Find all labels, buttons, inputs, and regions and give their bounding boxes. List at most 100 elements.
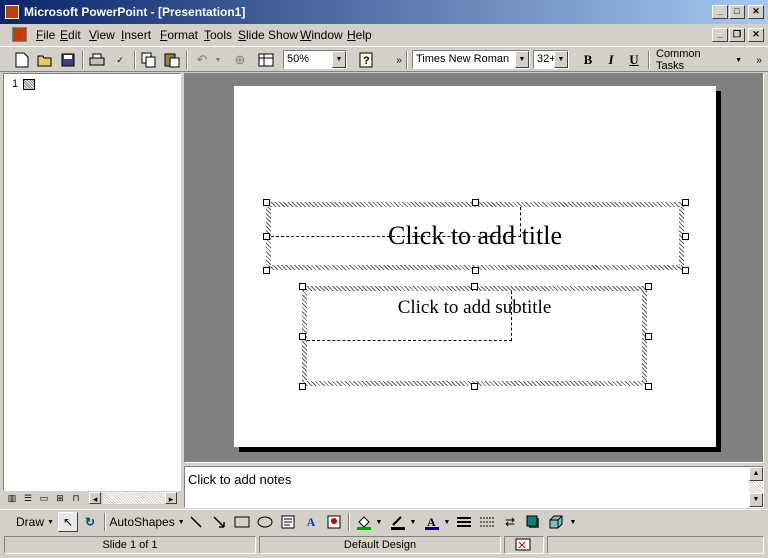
outline-view-icon[interactable]: ☰ [22, 492, 34, 504]
powerpoint-app-icon[interactable] [5, 5, 19, 19]
wordart-icon[interactable]: A [301, 512, 321, 532]
title-bar[interactable]: Microsoft PowerPoint - [Presentation1] _… [0, 0, 768, 24]
chevron-down-icon[interactable]: ▼ [374, 512, 384, 532]
resize-handle[interactable] [263, 199, 270, 206]
help-icon[interactable]: ? [356, 50, 376, 70]
scroll-left-icon[interactable]: ◂ [89, 492, 101, 504]
free-rotate-icon[interactable]: ↻ [80, 512, 100, 532]
menu-insert[interactable]: Insert [121, 28, 151, 42]
tables-icon[interactable] [256, 50, 276, 70]
menu-window[interactable]: Window [300, 28, 343, 42]
notes-pane[interactable]: Click to add notes ▲ ▼ [184, 466, 764, 508]
rectangle-icon[interactable] [232, 512, 252, 532]
menu-help[interactable]: Help [347, 28, 372, 42]
menu-tools[interactable]: Tools [204, 28, 232, 42]
resize-handle[interactable] [472, 199, 479, 206]
line-icon[interactable] [186, 512, 206, 532]
save-icon[interactable] [58, 50, 78, 70]
hyperlink-icon[interactable]: ⊕ [230, 50, 250, 70]
slide-show-icon[interactable]: ⊓ [70, 492, 82, 504]
scroll-down-icon[interactable]: ▼ [749, 493, 763, 507]
line-style-icon[interactable] [454, 512, 474, 532]
title-placeholder[interactable]: Click to add title [263, 199, 689, 274]
arrow-icon[interactable] [209, 512, 229, 532]
resize-handle[interactable] [299, 383, 306, 390]
underline-button[interactable]: U [624, 50, 644, 70]
resize-handle[interactable] [682, 233, 689, 240]
resize-handle[interactable] [299, 333, 306, 340]
line-color-icon[interactable] [388, 512, 408, 532]
arrow-style-icon[interactable]: ⇄ [500, 512, 520, 532]
slide-icon[interactable] [23, 79, 35, 90]
fill-color-icon[interactable] [354, 512, 374, 532]
resize-handle[interactable] [471, 283, 478, 290]
slide-canvas[interactable]: Click to add title Click to add subtitle [234, 86, 716, 447]
horizontal-scrollbar[interactable] [103, 492, 165, 504]
menu-slide-show[interactable]: Slide Show [238, 28, 298, 42]
menu-file[interactable]: File [36, 28, 55, 42]
doc-restore-button[interactable]: ❐ [729, 28, 745, 42]
font-size-combo[interactable]: 32+ ▼ [533, 50, 569, 69]
more-buttons-icon[interactable]: » [749, 50, 768, 70]
menu-format[interactable]: Format [160, 28, 198, 42]
dash-style-icon[interactable] [477, 512, 497, 532]
close-button[interactable]: ✕ [748, 5, 764, 19]
new-icon[interactable] [12, 50, 32, 70]
scroll-up-icon[interactable]: ▲ [749, 467, 763, 481]
resize-handle[interactable] [645, 383, 652, 390]
3d-icon[interactable] [546, 512, 566, 532]
shadow-icon[interactable] [523, 512, 543, 532]
text-box-icon[interactable] [278, 512, 298, 532]
resize-handle[interactable] [645, 283, 652, 290]
chevron-down-icon[interactable]: ▼ [515, 51, 529, 68]
open-icon[interactable] [35, 50, 55, 70]
resize-handle[interactable] [471, 383, 478, 390]
chevron-down-icon[interactable]: ▼ [408, 512, 418, 532]
doc-close-button[interactable]: ✕ [748, 28, 764, 42]
resize-handle[interactable] [263, 267, 270, 274]
chevron-down-icon[interactable]: ▼ [332, 51, 346, 68]
outline-pane[interactable]: 1 [3, 73, 181, 491]
status-design: Default Design [259, 536, 501, 554]
resize-handle[interactable] [472, 267, 479, 274]
slide-number: 1 [12, 78, 19, 90]
spelling-status-icon[interactable] [504, 536, 544, 554]
resize-handle[interactable] [299, 283, 306, 290]
normal-view-icon[interactable]: ▥ [6, 492, 18, 504]
menu-view[interactable]: View [89, 28, 115, 42]
font-color-icon[interactable]: A [422, 512, 442, 532]
window-title: Microsoft PowerPoint - [Presentation1] [24, 5, 246, 19]
resize-handle[interactable] [682, 267, 689, 274]
chevron-down-icon[interactable]: ▼ [568, 512, 578, 532]
doc-minimize-button[interactable]: _ [712, 28, 728, 42]
clip-art-icon[interactable] [324, 512, 344, 532]
resize-handle[interactable] [682, 199, 689, 206]
undo-dropdown-icon[interactable]: ▼ [208, 50, 228, 70]
menu-edit[interactable]: Edit [60, 28, 81, 42]
chevron-down-icon[interactable]: ▼ [554, 51, 568, 68]
select-objects-icon[interactable]: ↖ [58, 512, 78, 532]
slide-sorter-icon[interactable]: ⊞ [54, 492, 66, 504]
subtitle-placeholder[interactable]: Click to add subtitle [299, 283, 652, 390]
font-combo[interactable]: Times New Roman ▼ [412, 50, 530, 69]
italic-button[interactable]: I [601, 50, 621, 70]
maximize-button[interactable]: □ [729, 5, 745, 19]
zoom-combo[interactable]: 50% ▼ [283, 50, 347, 69]
bold-button[interactable]: B [578, 50, 598, 70]
common-tasks-button[interactable]: Common Tasks ▼ [656, 48, 742, 72]
print-icon[interactable] [87, 50, 107, 70]
copy-icon[interactable] [139, 50, 159, 70]
slide-view-icon[interactable]: ▭ [38, 492, 50, 504]
resize-handle[interactable] [263, 233, 270, 240]
chevron-down-icon[interactable]: ▼ [442, 512, 452, 532]
vertical-scrollbar[interactable] [749, 481, 763, 493]
spelling-icon[interactable]: ✓ [110, 50, 130, 70]
paste-icon[interactable] [162, 50, 182, 70]
document-icon[interactable] [12, 27, 27, 42]
resize-handle[interactable] [645, 333, 652, 340]
scroll-right-icon[interactable]: ▸ [165, 492, 177, 504]
oval-icon[interactable] [255, 512, 275, 532]
minimize-button[interactable]: _ [712, 5, 728, 19]
autoshapes-menu-button[interactable]: AutoShapes ▼ [109, 512, 184, 532]
draw-menu-button[interactable]: Draw ▼ [14, 512, 56, 532]
